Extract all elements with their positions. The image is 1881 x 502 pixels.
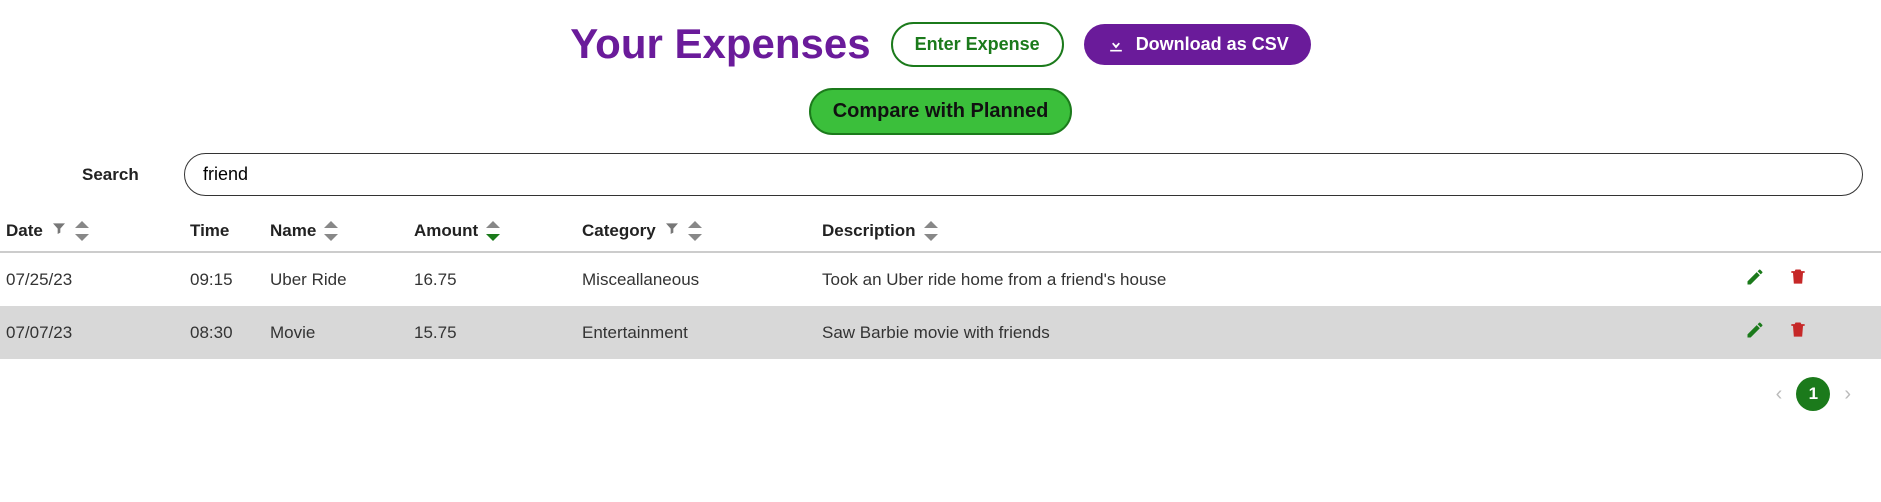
- delete-button[interactable]: [1788, 320, 1808, 340]
- filter-icon[interactable]: [51, 220, 67, 241]
- col-header-name: Name: [270, 221, 316, 241]
- search-label: Search: [8, 165, 184, 185]
- page-title: Your Expenses: [570, 20, 870, 68]
- edit-button[interactable]: [1745, 320, 1765, 340]
- compare-planned-button[interactable]: Compare with Planned: [809, 88, 1073, 135]
- sort-toggle-category[interactable]: [688, 221, 702, 241]
- delete-button[interactable]: [1788, 267, 1808, 287]
- filter-icon[interactable]: [664, 220, 680, 241]
- pencil-icon: [1745, 267, 1765, 287]
- col-header-amount: Amount: [414, 221, 478, 241]
- sort-desc-icon: [75, 234, 89, 241]
- sort-desc-icon: [688, 234, 702, 241]
- sort-desc-icon: [324, 234, 338, 241]
- sort-toggle-description[interactable]: [924, 221, 938, 241]
- col-header-time: Time: [190, 221, 229, 241]
- pagination: ‹ 1 ›: [0, 359, 1881, 419]
- sort-toggle-amount[interactable]: [486, 221, 500, 241]
- sort-asc-icon: [688, 221, 702, 228]
- sort-asc-icon: [486, 221, 500, 228]
- download-csv-button[interactable]: Download as CSV: [1084, 24, 1311, 65]
- col-header-description: Description: [822, 221, 916, 241]
- cell-category: Misceallaneous: [576, 252, 816, 306]
- sort-desc-icon: [486, 234, 500, 241]
- download-csv-label: Download as CSV: [1136, 34, 1289, 55]
- sort-toggle-date[interactable]: [75, 221, 89, 241]
- trash-icon: [1788, 320, 1808, 340]
- cell-time: 09:15: [184, 252, 264, 306]
- sort-asc-icon: [324, 221, 338, 228]
- sort-asc-icon: [924, 221, 938, 228]
- cell-name: Uber Ride: [264, 252, 408, 306]
- cell-amount: 15.75: [408, 306, 576, 359]
- prev-page-button[interactable]: ‹: [1776, 383, 1783, 406]
- cell-description: Saw Barbie movie with friends: [816, 306, 1721, 359]
- compare-planned-label: Compare with Planned: [833, 100, 1049, 123]
- edit-button[interactable]: [1745, 267, 1765, 287]
- download-icon: [1106, 34, 1126, 54]
- col-header-date: Date: [6, 221, 43, 241]
- table-row: 07/07/23 08:30 Movie 15.75 Entertainment…: [0, 306, 1881, 359]
- cell-date: 07/07/23: [0, 306, 184, 359]
- pencil-icon: [1745, 320, 1765, 340]
- search-input[interactable]: [184, 153, 1863, 196]
- sort-toggle-name[interactable]: [324, 221, 338, 241]
- cell-description: Took an Uber ride home from a friend's h…: [816, 252, 1721, 306]
- cell-name: Movie: [264, 306, 408, 359]
- sort-desc-icon: [924, 234, 938, 241]
- next-page-button[interactable]: ›: [1844, 383, 1851, 406]
- table-row: 07/25/23 09:15 Uber Ride 16.75 Miscealla…: [0, 252, 1881, 306]
- cell-category: Entertainment: [576, 306, 816, 359]
- cell-amount: 16.75: [408, 252, 576, 306]
- col-header-category: Category: [582, 221, 656, 241]
- cell-time: 08:30: [184, 306, 264, 359]
- enter-expense-label: Enter Expense: [915, 34, 1040, 55]
- cell-date: 07/25/23: [0, 252, 184, 306]
- expenses-table: Date Time Name: [0, 210, 1881, 359]
- enter-expense-button[interactable]: Enter Expense: [891, 22, 1064, 67]
- page-number-current[interactable]: 1: [1796, 377, 1830, 411]
- trash-icon: [1788, 267, 1808, 287]
- sort-asc-icon: [75, 221, 89, 228]
